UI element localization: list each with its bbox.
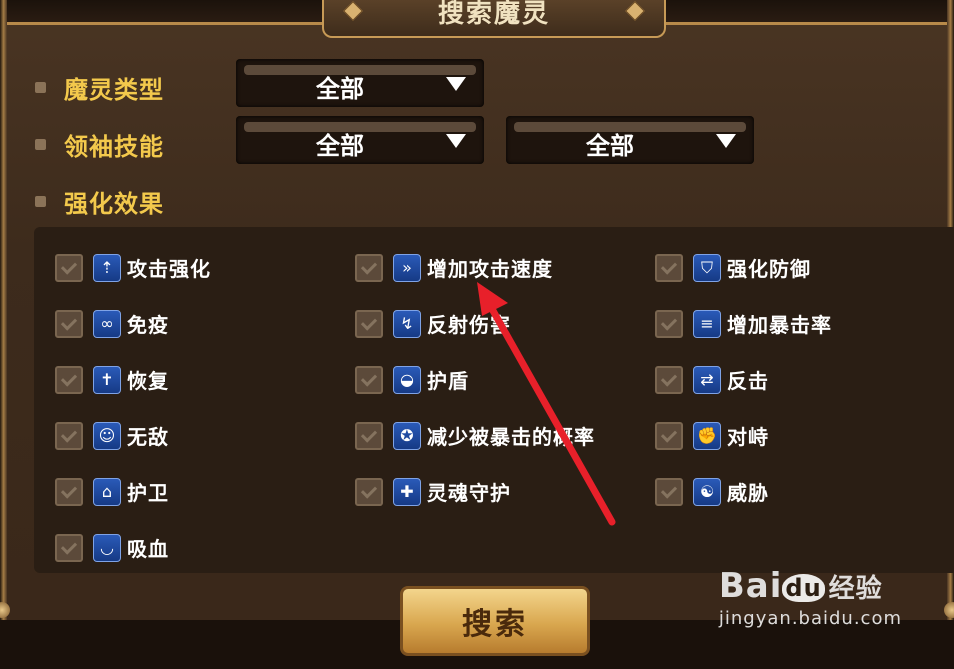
annotation-arrow xyxy=(477,282,616,526)
annotation-arrow-shaft xyxy=(483,296,616,526)
